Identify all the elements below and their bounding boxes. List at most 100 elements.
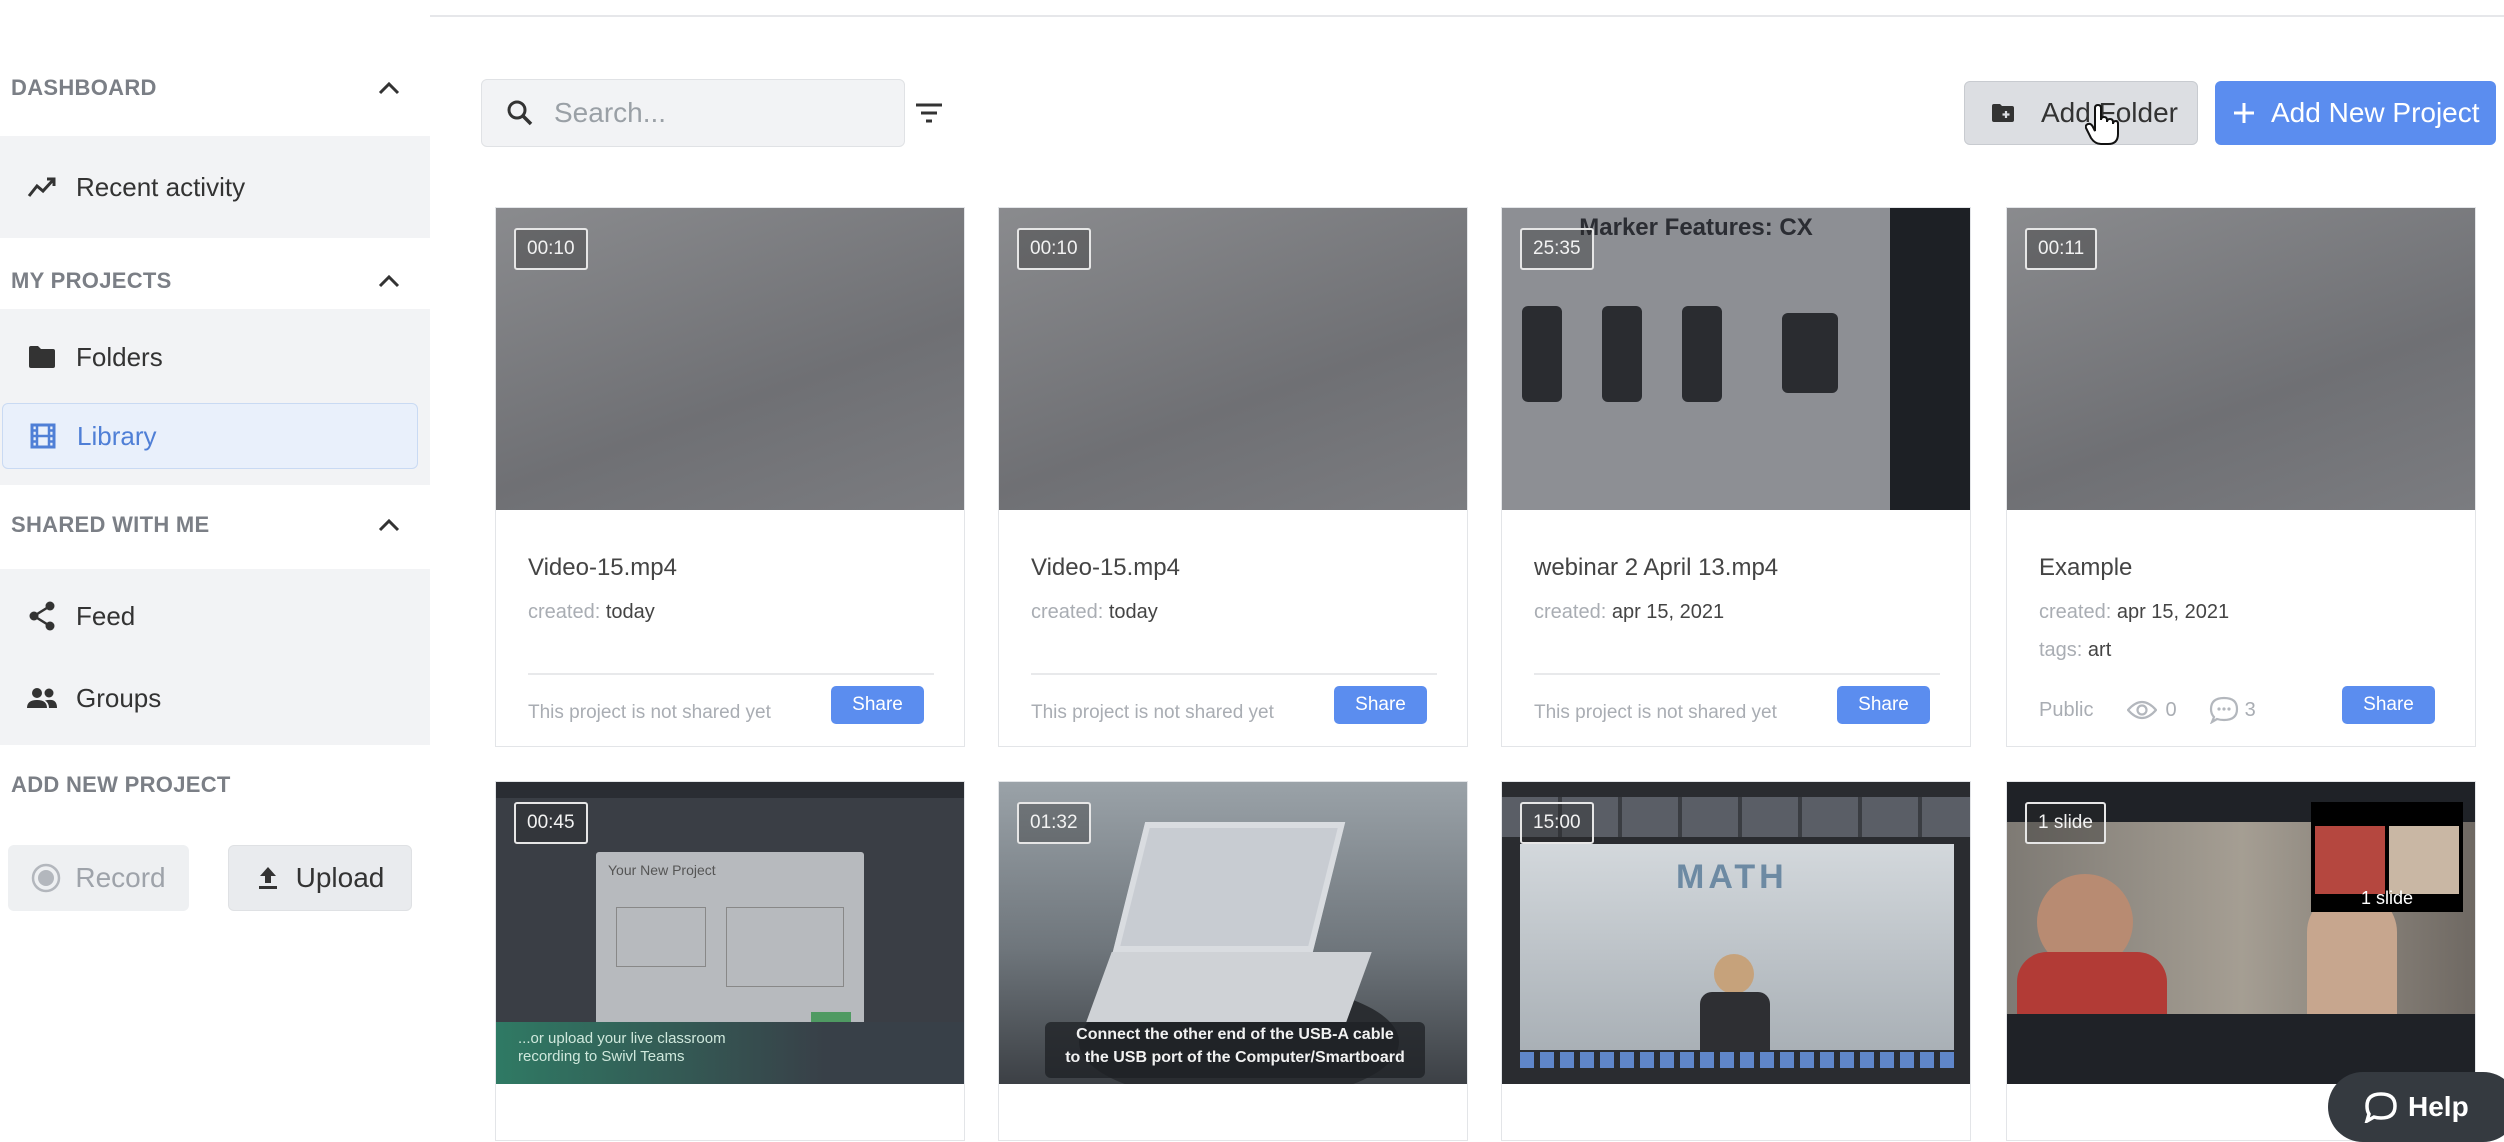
thumb-caption: ...or upload your live classroom recordi… bbox=[518, 1030, 726, 1065]
video-thumbnail[interactable]: Your New Project ...or upload your live … bbox=[496, 782, 964, 1084]
section-my-projects-body: Folders Library bbox=[0, 309, 430, 485]
plus-icon bbox=[2233, 102, 2255, 124]
created-meta: created: today bbox=[1031, 601, 1158, 623]
created-value: today bbox=[605, 601, 655, 623]
section-dashboard-body: Recent activity bbox=[0, 136, 430, 238]
project-card[interactable]: MATH 15:00 bbox=[1501, 781, 1971, 1141]
thumb-caption-line1: Connect the other end of the USB-A cable bbox=[1076, 1026, 1394, 1043]
project-card[interactable]: 00:10 Video-15.mp4 created: today This p… bbox=[495, 207, 965, 747]
project-card[interactable]: Your New Project ...or upload your live … bbox=[495, 781, 965, 1141]
share-icon bbox=[24, 598, 60, 634]
duration-badge: 00:10 bbox=[1017, 228, 1091, 270]
tag-value: art bbox=[2087, 639, 2112, 661]
upload-button[interactable]: Upload bbox=[228, 845, 412, 911]
header-divider bbox=[430, 15, 2504, 17]
section-shared-header[interactable]: SHARED WITH ME bbox=[0, 492, 430, 558]
groups-icon bbox=[24, 680, 60, 716]
section-dashboard-header[interactable]: DASHBOARD bbox=[0, 55, 430, 121]
video-thumbnail[interactable]: 00:10 bbox=[999, 208, 1467, 510]
project-card[interactable]: 00:11 Example created: apr 15, 2021 tags… bbox=[2006, 207, 2476, 747]
share-button[interactable]: Share bbox=[831, 686, 924, 724]
duration-badge: 00:11 bbox=[2025, 228, 2098, 270]
dock-image bbox=[1520, 1052, 1954, 1068]
comments-count: 3 bbox=[2244, 698, 2256, 721]
video-thumbnail[interactable]: MATH 15:00 bbox=[1502, 782, 1970, 1084]
sidebar-item-label: Feed bbox=[76, 600, 136, 631]
record-icon bbox=[31, 863, 61, 893]
sidebar-item-label: Folders bbox=[76, 341, 163, 372]
chat-bubble-icon bbox=[2364, 1091, 2398, 1123]
add-folder-button[interactable]: Add Folder bbox=[1964, 81, 2198, 145]
video-thumbnail[interactable]: 1 slide 1 slide bbox=[2007, 782, 2475, 1084]
record-button[interactable]: Record bbox=[8, 845, 189, 911]
video-thumbnail[interactable]: Connect the other end of the USB-A cable… bbox=[999, 782, 1467, 1084]
filter-icon[interactable] bbox=[915, 103, 943, 123]
video-thumbnail[interactable]: Marker Features: CX 25:35 bbox=[1502, 208, 1970, 510]
duration-badge: 00:45 bbox=[514, 802, 588, 844]
sidebar-item-library[interactable]: Library bbox=[2, 403, 418, 469]
help-label: Help bbox=[2408, 1091, 2469, 1122]
chevron-up-icon bbox=[378, 274, 400, 288]
duration-badge: 00:10 bbox=[514, 228, 588, 270]
not-shared-text: This project is not shared yet bbox=[1031, 702, 1274, 723]
film-icon bbox=[25, 418, 61, 454]
sidebar-item-recent-activity[interactable]: Recent activity bbox=[0, 154, 430, 220]
device-image bbox=[1782, 313, 1838, 393]
created-meta: created: apr 15, 2021 bbox=[1534, 601, 1725, 623]
sidebar-item-folders[interactable]: Folders bbox=[0, 324, 430, 390]
eye-icon bbox=[2127, 700, 2158, 720]
project-title[interactable]: Video-15.mp4 bbox=[1031, 554, 1180, 582]
visibility-label: Public bbox=[2039, 698, 2094, 721]
sidebar-item-feed[interactable]: Feed bbox=[0, 583, 430, 649]
laptop-base bbox=[1086, 952, 1372, 1022]
card-divider bbox=[528, 673, 934, 675]
project-title[interactable]: Video-15.mp4 bbox=[528, 554, 677, 582]
folder-icon bbox=[24, 339, 60, 375]
section-my-projects-title: MY PROJECTS bbox=[11, 268, 172, 293]
created-value: today bbox=[1108, 601, 1158, 623]
project-card[interactable]: Marker Features: CX 25:35 webinar 2 Apri… bbox=[1501, 207, 1971, 747]
created-meta: created: today bbox=[528, 601, 655, 623]
upload-icon bbox=[256, 865, 280, 891]
device-image bbox=[1682, 306, 1722, 402]
search-icon bbox=[506, 99, 534, 127]
search-box bbox=[481, 79, 942, 147]
sidebar: DASHBOARD Recent activity MY PROJECTS Fo… bbox=[0, 0, 430, 1124]
share-button[interactable]: Share bbox=[1837, 686, 1930, 724]
section-my-projects-header[interactable]: MY PROJECTS bbox=[0, 248, 430, 314]
sidebar-item-label: Library bbox=[77, 420, 157, 451]
tags-meta: tags: art bbox=[2039, 639, 2112, 661]
screen-toolbar bbox=[496, 782, 964, 798]
card-divider bbox=[1031, 673, 1437, 675]
thumb-caption-line2: to the USB port of the Computer/Smartboa… bbox=[1065, 1049, 1405, 1066]
video-thumbnail[interactable]: 00:10 bbox=[496, 208, 964, 510]
project-card[interactable]: Connect the other end of the USB-A cable… bbox=[998, 781, 1468, 1141]
record-label: Record bbox=[75, 862, 166, 893]
sidebar-item-label: Groups bbox=[76, 682, 162, 713]
video-thumbnail[interactable]: 00:11 bbox=[2007, 208, 2475, 510]
inset-person bbox=[2389, 826, 2459, 894]
thumb-heading: MATH bbox=[1676, 858, 1788, 896]
sidebar-item-groups[interactable]: Groups bbox=[0, 665, 430, 731]
inset-person bbox=[2315, 826, 2385, 894]
comment-icon bbox=[2209, 696, 2239, 724]
person-body bbox=[2017, 952, 2167, 1014]
duration-badge: 01:32 bbox=[1017, 802, 1091, 844]
share-button[interactable]: Share bbox=[1334, 686, 1427, 724]
views-count: 0 bbox=[2165, 698, 2177, 721]
inset-video: 1 slide bbox=[2311, 802, 2463, 912]
project-title[interactable]: Example bbox=[2039, 554, 2132, 582]
search-input[interactable] bbox=[554, 97, 915, 129]
not-shared-text: This project is not shared yet bbox=[1534, 702, 1777, 723]
share-button[interactable]: Share bbox=[2342, 686, 2435, 724]
project-title[interactable]: webinar 2 April 13.mp4 bbox=[1534, 554, 1778, 582]
project-card[interactable]: 00:10 Video-15.mp4 created: today This p… bbox=[998, 207, 1468, 747]
chevron-up-icon bbox=[378, 81, 400, 95]
duration-badge: 15:00 bbox=[1520, 802, 1594, 844]
section-shared-body: Feed Groups bbox=[0, 569, 430, 745]
slide-overlay-label: 1 slide bbox=[2360, 888, 2414, 908]
thumb-box bbox=[726, 907, 844, 987]
help-button[interactable]: Help bbox=[2328, 1072, 2504, 1142]
add-new-project-button[interactable]: Add New Project bbox=[2215, 81, 2496, 145]
section-add-new-header: ADD NEW PROJECT bbox=[0, 752, 430, 818]
